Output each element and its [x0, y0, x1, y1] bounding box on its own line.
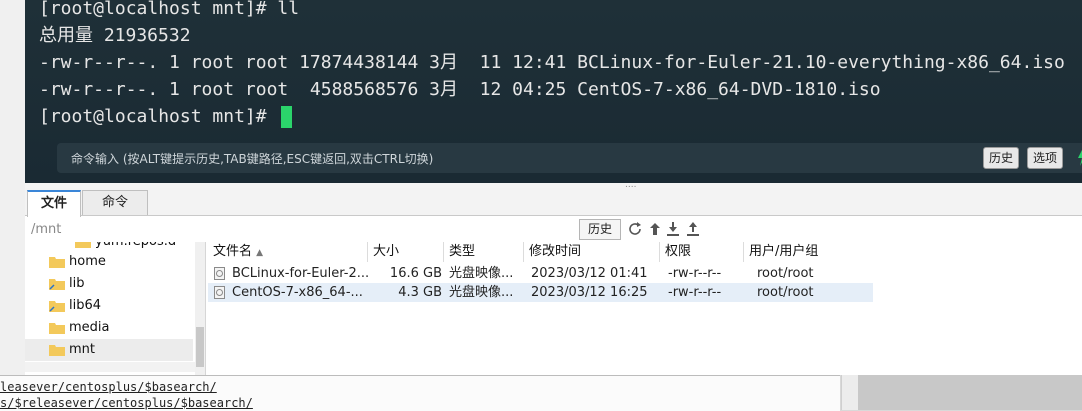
disc-image-icon	[214, 267, 225, 280]
file-mtime: 2023/03/12 16:25	[531, 285, 648, 300]
download-icon[interactable]	[665, 221, 681, 237]
tree-item-label: lib64	[69, 298, 102, 313]
folder-link-icon	[49, 301, 65, 312]
file-owner: root/root	[757, 285, 814, 300]
column-header-owner[interactable]: 用户/用户组	[744, 242, 864, 262]
command-input-bar[interactable]: 命令输入 (按ALT键提示历史,TAB键路径,ESC键返回,双击CTRL切换) …	[57, 143, 1082, 173]
left-edge	[0, 0, 25, 375]
background-window: leasever/centosplus/$basearch/ s/$releas…	[0, 375, 1082, 411]
tree-item-label: lib	[69, 276, 85, 291]
column-label: 文件名	[213, 244, 253, 259]
file-list: 文件名 ▲ 大小 类型 修改时间 权限 用户/用户组 BCLinux-for-E…	[208, 242, 1082, 375]
column-header-size[interactable]: 大小	[368, 242, 444, 262]
column-header-mtime[interactable]: 修改时间	[524, 242, 660, 262]
file-permissions: -rw-r--r--	[668, 285, 722, 300]
file-name: BCLinux-for-Euler-2...	[232, 266, 368, 281]
folder-icon	[49, 345, 65, 356]
tree-item-mnt[interactable]: mnt	[25, 339, 193, 361]
command-input[interactable]: 命令输入 (按ALT键提示历史,TAB键路径,ESC键返回,双击CTRL切换)	[71, 150, 433, 167]
file-type: 光盘映像...	[449, 266, 514, 281]
tab-bar: 文件 命令	[25, 188, 1082, 217]
folder-icon	[75, 242, 91, 248]
sort-asc-icon: ▲	[256, 248, 264, 258]
tab-files[interactable]: 文件	[27, 190, 81, 217]
column-header-type[interactable]: 类型	[444, 242, 524, 262]
file-row[interactable]: BCLinux-for-Euler-2... 16.6 GB 光盘映像... 2…	[208, 264, 848, 283]
tree-item-label: media	[69, 320, 110, 335]
lightning-icon[interactable]	[1076, 147, 1082, 167]
editor-line: s/$releasever/centosplus/$basearch/	[0, 396, 253, 410]
background-panel	[858, 375, 1082, 410]
terminal-line: -rw-r--r--. 1 root root 17874438144 3月 1…	[39, 52, 1065, 73]
file-permissions: -rw-r--r--	[668, 266, 722, 281]
file-size: 4.3 GB	[398, 285, 442, 300]
editor-area[interactable]: leasever/centosplus/$basearch/ s/$releas…	[0, 375, 840, 411]
terminal-prompt-line: [root@localhost mnt]#	[39, 106, 293, 128]
terminal-line: [root@localhost mnt]# ll	[39, 0, 300, 19]
tree-scrollbar-thumb[interactable]	[196, 327, 204, 367]
tree-item-label: home	[69, 254, 106, 269]
editor-scrollbar[interactable]	[841, 375, 859, 410]
terminal-line: -rw-r--r--. 1 root root 4588568576 3月 12…	[39, 79, 881, 100]
upload-icon[interactable]	[685, 221, 701, 237]
file-size: 16.6 GB	[389, 266, 442, 281]
terminal-line: 总用量 21936532	[39, 25, 191, 46]
command-options-button[interactable]: 选项	[1027, 147, 1064, 169]
path-input[interactable]: /mnt	[31, 222, 61, 237]
path-history-button[interactable]: 历史	[579, 219, 621, 240]
folder-link-icon	[49, 279, 65, 290]
refresh-icon[interactable]	[627, 221, 643, 237]
command-history-button[interactable]: 历史	[983, 147, 1020, 169]
terminal-prompt: [root@localhost mnt]#	[39, 106, 278, 127]
directory-tree: yum.repos.d home lib lib64 media mnt	[25, 242, 206, 375]
tree-item-label: mnt	[69, 342, 95, 357]
file-owner: root/root	[757, 266, 814, 281]
file-row-selected[interactable]: CentOS-7-x86_64-... 4.3 GB 光盘映像... 2023/…	[208, 283, 873, 302]
file-manager-panel: 文件 命令 /mnt 历史 yum.repos.d home	[25, 188, 1082, 375]
folder-icon	[49, 323, 65, 334]
disc-image-icon	[214, 286, 225, 299]
column-header-name[interactable]: 文件名 ▲	[208, 242, 368, 262]
tree-item-label: yum.repos.d	[95, 242, 176, 253]
column-header-permissions[interactable]: 权限	[660, 242, 744, 262]
path-bar: /mnt 历史	[25, 217, 1082, 241]
terminal-cursor	[281, 106, 293, 128]
file-type: 光盘映像...	[449, 285, 514, 300]
tree-horizontal-scrollbar[interactable]	[25, 362, 195, 372]
terminal[interactable]: [root@localhost mnt]# ll 总用量 21936532 -r…	[25, 0, 1082, 183]
editor-line: leasever/centosplus/$basearch/	[0, 380, 217, 394]
tab-commands[interactable]: 命令	[82, 190, 148, 215]
file-name: CentOS-7-x86_64-...	[232, 285, 363, 300]
up-dir-icon[interactable]	[647, 221, 663, 237]
file-mtime: 2023/03/12 01:41	[531, 266, 648, 281]
folder-icon	[49, 257, 65, 268]
